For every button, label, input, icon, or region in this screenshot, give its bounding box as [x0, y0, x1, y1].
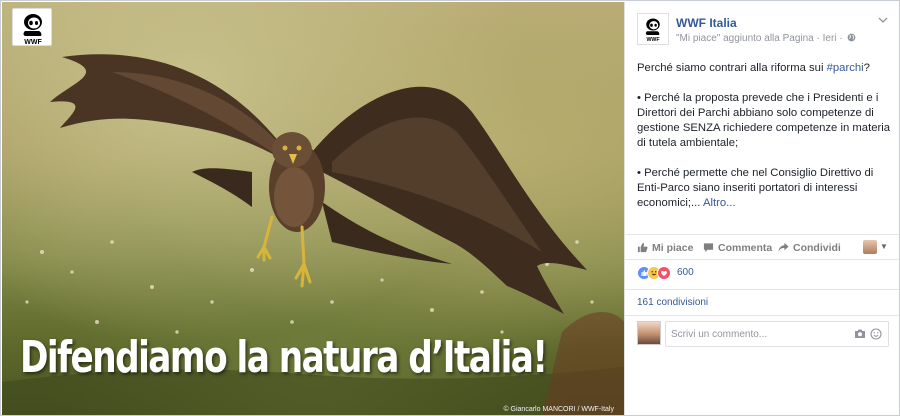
camera-icon[interactable] [854, 328, 866, 339]
wwf-logo-text: WWF [24, 39, 42, 46]
post-text: Perché siamo contrari alla riforma sui #… [637, 61, 893, 226]
reaction-count[interactable]: 600 [677, 267, 694, 278]
share-button-label: Condividi [793, 242, 841, 254]
post-intro-text: Perché siamo contrari alla riforma sui [637, 62, 827, 74]
divider [625, 315, 899, 316]
photo-headline: Difendiamo la natura d’Italia! [20, 332, 548, 383]
wwf-logo: WWF [12, 8, 52, 46]
post-point-2-text: • Perché permette che nel Consiglio Dire… [637, 167, 874, 209]
like-button-label: Mi piace [652, 242, 694, 254]
hashtag-link[interactable]: #parchi [827, 62, 864, 74]
page-name-link[interactable]: WWF Italia [676, 16, 737, 30]
post-lightbox: WWF Difendiamo la natura d’Italia! © Gia… [0, 0, 900, 416]
comment-icon [703, 243, 714, 253]
thumbs-up-icon [637, 242, 648, 253]
comment-input[interactable]: Scrivi un commento... [665, 321, 889, 347]
see-more-link[interactable]: Altro... [703, 197, 736, 209]
share-arrow-icon [778, 242, 789, 252]
globe-icon [848, 33, 856, 42]
caret-down-icon[interactable]: ▼ [880, 242, 888, 251]
like-button[interactable]: Mi piace [637, 242, 693, 254]
post-intro: Perché siamo contrari alla riforma sui #… [637, 61, 893, 76]
divider [625, 289, 899, 290]
post-point-2: • Perché permette che nel Consiglio Dire… [637, 166, 893, 211]
post-side-panel: WWF WWF Italia "Mi piace" aggiunto alla … [624, 2, 899, 415]
share-button[interactable]: Condividi [778, 242, 841, 254]
wwf-logo-text: WWF [646, 37, 660, 43]
love-icon [657, 266, 671, 280]
comment-button[interactable]: Commenta [703, 242, 772, 254]
photo-credit: © Giancarlo MANCORI / WWF-Italy [503, 406, 614, 413]
emoji-icon[interactable] [870, 328, 882, 340]
chevron-down-icon[interactable] [878, 16, 888, 27]
panda-icon: WWF [645, 18, 660, 43]
post-intro-suffix: ? [863, 62, 870, 74]
comment-button-label: Commenta [718, 242, 773, 254]
commenter-avatar [637, 321, 661, 345]
post-meta: "Mi piace" aggiunto alla Pagina · Ieri · [676, 33, 856, 44]
panda-icon: WWF [23, 14, 42, 46]
comment-input-placeholder: Scrivi un commento... [671, 329, 768, 340]
post-point-1: • Perché la proposta prevede che i Presi… [637, 92, 891, 149]
shares-count-link[interactable]: 161 condivisioni [637, 297, 708, 308]
post-meta-text: "Mi piace" aggiunto alla Pagina · Ieri · [676, 33, 843, 44]
post-as-avatar[interactable] [863, 240, 877, 254]
post-actions-bar: Mi piace Commenta Condividi ▼ [625, 234, 899, 260]
post-photo[interactable]: WWF Difendiamo la natura d’Italia! © Gia… [2, 2, 624, 415]
page-avatar[interactable]: WWF [637, 13, 669, 45]
